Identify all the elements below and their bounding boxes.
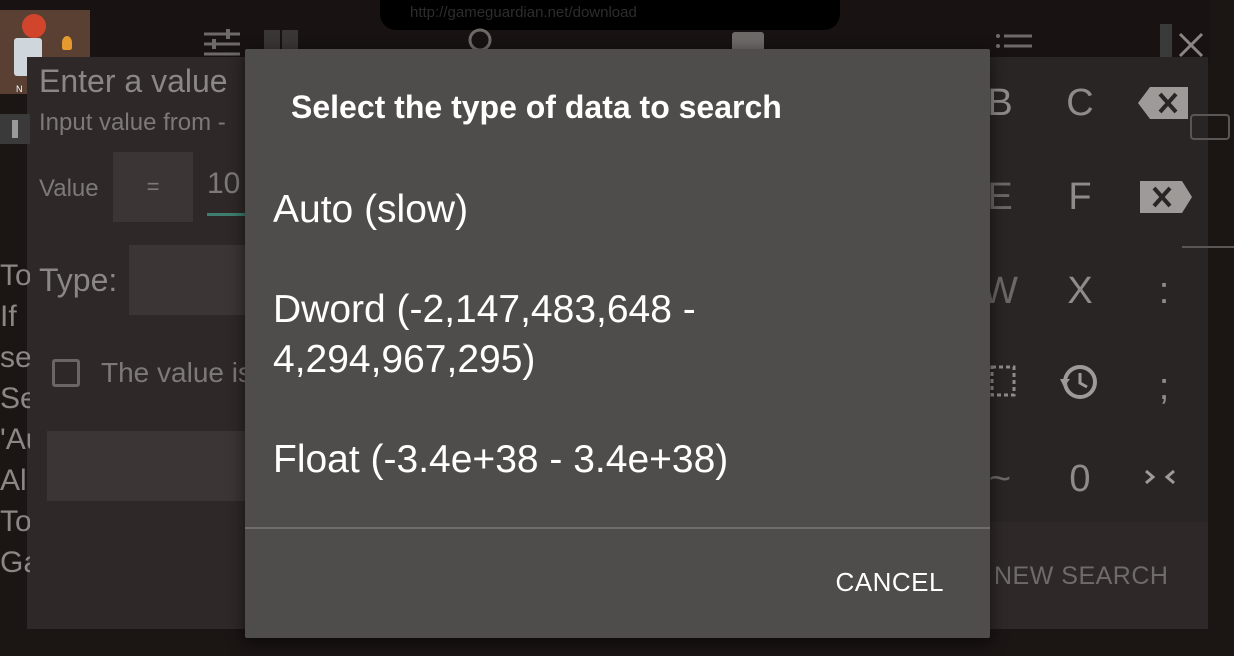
dialog-divider (245, 527, 990, 529)
screen: N http://gameguardian.net/download Enter… (0, 0, 1234, 656)
left-text-strip: To If se Se 'Au Al To Ga (0, 255, 30, 583)
key-0[interactable]: 0 (1040, 449, 1120, 509)
keypad-footer: NEW SEARCH (990, 522, 1208, 629)
right-divider (1182, 246, 1234, 248)
clear-icon[interactable] (1136, 173, 1196, 223)
dialog-title: Select the type of data to search (291, 89, 782, 125)
cancel-button[interactable]: CANCEL (836, 567, 944, 598)
strip-line: To (0, 505, 30, 538)
key-c[interactable]: C (1040, 73, 1120, 133)
strip-line: Al (0, 464, 27, 497)
key-f[interactable]: F (1040, 167, 1120, 227)
key-x[interactable]: X (1040, 261, 1120, 321)
history-icon[interactable] (1050, 357, 1110, 407)
key-semicolon[interactable]: ; (1124, 357, 1204, 417)
hex-keypad: B C E F W X : ; ~ 0 (982, 57, 1208, 522)
strip-line: If (0, 300, 17, 333)
panel-subtitle: Input value from - (39, 109, 226, 136)
option-float[interactable]: Float (-3.4e+38 - 3.4e+38) (273, 435, 953, 485)
left-edge-button[interactable] (0, 114, 30, 144)
type-label: Type: (39, 262, 118, 298)
backspace-icon[interactable] (1136, 79, 1196, 129)
panel-title: Enter a value (39, 63, 228, 99)
settings-sliders-icon[interactable] (202, 26, 242, 60)
url-text: http://gameguardian.net/download (410, 4, 637, 21)
strip-line: Se (0, 382, 30, 415)
new-search-button[interactable]: NEW SEARCH (994, 562, 1168, 591)
strip-line: se (0, 341, 30, 374)
right-edge (1210, 0, 1234, 656)
operator-button[interactable]: = (113, 152, 193, 222)
value-label: Value (39, 175, 99, 202)
refresh-icon[interactable] (1190, 114, 1230, 140)
option-dword[interactable]: Dword (-2,147,483,648 - 4,294,967,295) (273, 285, 953, 385)
checkbox-label: The value is (101, 357, 252, 388)
thumbnail-label: N (16, 84, 23, 94)
data-type-dialog: Select the type of data to search Auto (… (245, 49, 990, 638)
list-icon[interactable] (994, 26, 1034, 60)
strip-line: To (0, 259, 30, 292)
type-selector[interactable] (129, 245, 259, 315)
panel-button[interactable] (47, 431, 267, 501)
key-colon[interactable]: : (1124, 261, 1204, 321)
collapse-icon[interactable] (1136, 453, 1196, 503)
strip-line: 'Au (0, 423, 30, 456)
option-auto[interactable]: Auto (slow) (273, 185, 953, 235)
url-notification: http://gameguardian.net/download (380, 0, 840, 30)
strip-line: Ga (0, 546, 30, 579)
value-checkbox[interactable] (52, 359, 80, 387)
